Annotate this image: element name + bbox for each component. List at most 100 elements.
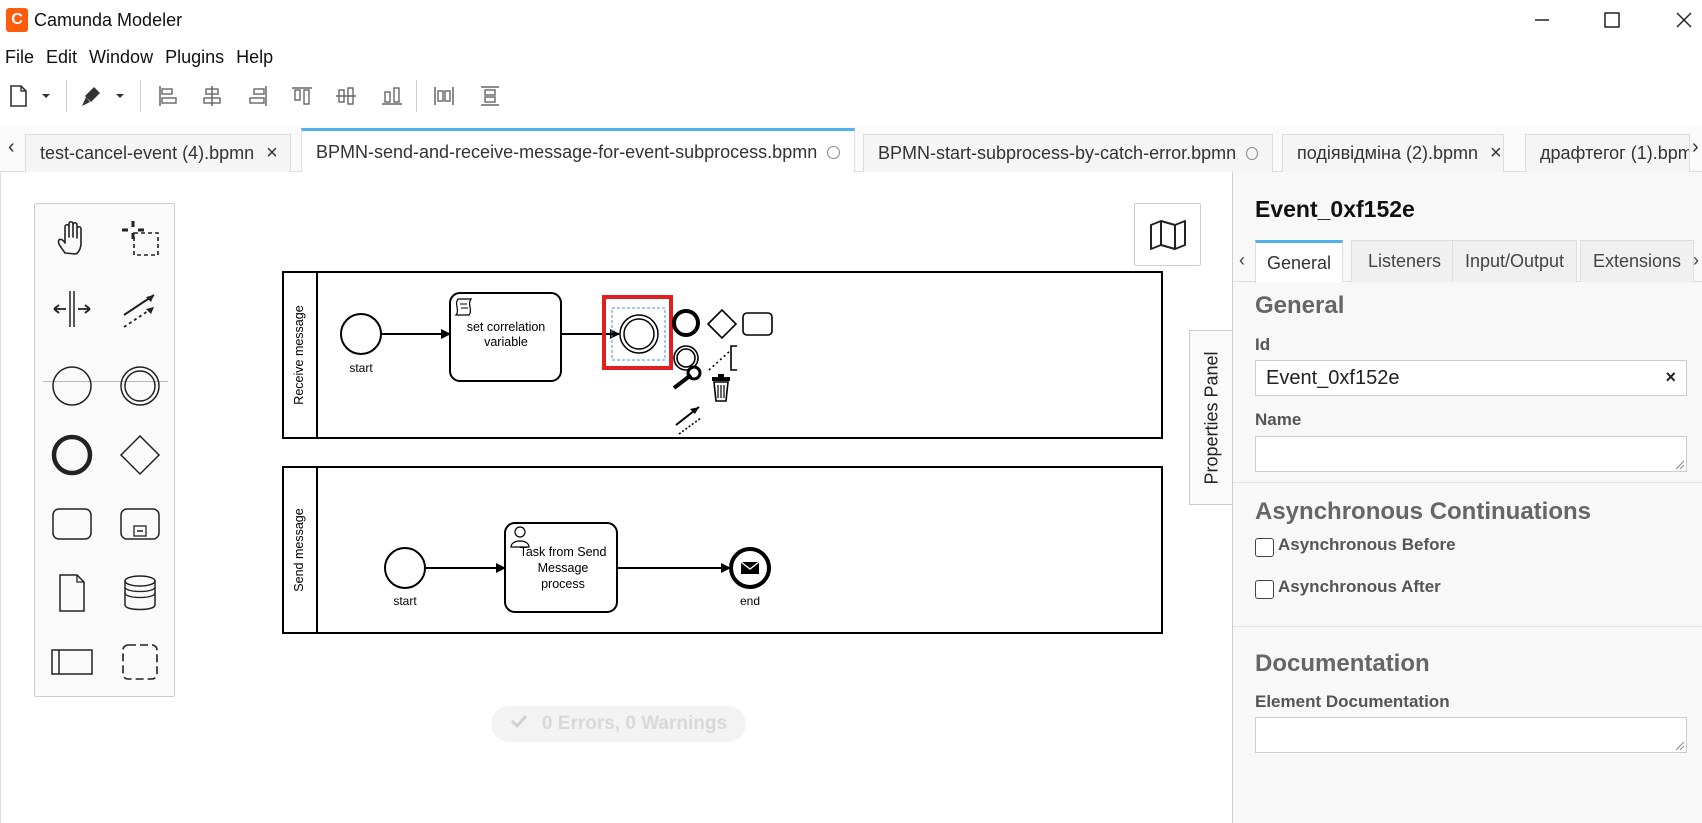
tab-close-icon[interactable]: × [1490,142,1502,165]
tab-send-and-receive-message[interactable]: BPMN-send-and-receive-message-for-event-… [301,128,855,173]
clear-id-button[interactable]: × [1665,367,1676,388]
pool-receive-message[interactable]: Receive message [282,271,1163,439]
tab-close-icon[interactable]: × [266,142,278,165]
distribute-vertical-icon [481,86,499,106]
async-before-label: Asynchronous Before [1278,534,1456,554]
element-documentation-input[interactable] [1255,717,1687,753]
async-after-row[interactable]: Asynchronous After [1255,574,1441,599]
start-event-label: start [393,594,417,608]
id-label: Id [1255,335,1271,354]
camunda-modeler-window: C Camunda Modeler File Edit Window Plugi… [0,0,1702,823]
distribute-horizontal-icon [434,87,454,105]
end-event-label: end [740,594,760,608]
props-tab-input-output[interactable]: Input/Output [1452,240,1577,282]
props-tab-listeners[interactable]: Listeners [1351,240,1458,282]
close-window-button[interactable] [1666,6,1702,34]
distribute-horizontal-button[interactable] [432,82,456,110]
task-label-line-3: process [541,577,585,591]
properties-tabs: ‹ General Listeners Input/Output Extensi… [1233,240,1702,283]
properties-panel: Event_0xf152e ‹ General Listeners Input/… [1232,172,1702,823]
resize-grip-icon [1675,741,1685,751]
lint-status-button[interactable]: 0 Errors, 0 Warnings [491,706,746,742]
menu-bar: File Edit Window Plugins Help [0,44,280,70]
align-middle-button[interactable] [334,82,358,110]
message-end-event[interactable]: end [729,547,771,608]
append-text-annotation[interactable] [708,345,737,371]
menu-help[interactable]: Help [231,44,280,70]
align-bottom-button[interactable] [380,82,404,110]
minimize-button[interactable] [1524,6,1560,34]
menu-window[interactable]: Window [84,44,160,70]
tab-bar: ‹ test-cancel-event (4).bpmn × BPMN-send… [0,126,1702,173]
tab-label: BPMN-start-subprocess-by-catch-error.bpm… [878,143,1237,163]
group-async-title: Asynchronous Continuations [1255,498,1591,525]
async-before-row[interactable]: Asynchronous Before [1255,532,1456,557]
pool-name: Receive message [292,305,306,404]
menu-edit[interactable]: Edit [41,44,84,70]
element-documentation-label: Element Documentation [1255,692,1450,711]
append-end-event[interactable] [672,309,700,337]
resize-grip-icon [1675,460,1685,470]
append-gateway[interactable] [706,308,738,340]
lint-status-text: 0 Errors, 0 Warnings [541,713,728,734]
script-task-set-correlation-variable[interactable]: set correlation variable [449,292,562,382]
start-event[interactable]: start [340,313,382,375]
context-pad [672,308,773,435]
check-icon [510,713,528,735]
tab-start-subprocess-by-catch-error[interactable]: BPMN-start-subprocess-by-catch-error.bpm… [863,134,1273,172]
props-tab-extensions[interactable]: Extensions [1580,240,1694,282]
start-event[interactable]: start [384,547,426,608]
element-id-title: Event_0xf152e [1255,196,1415,222]
connect-arrow[interactable] [675,406,702,435]
maximize-icon [1604,12,1620,28]
align-bottom-icon [382,87,402,105]
align-center-button[interactable] [200,82,224,110]
props-tab-scroll-right[interactable]: › [1693,250,1699,271]
align-top-icon [292,87,312,105]
group-general-title: General [1255,292,1345,319]
intermediate-event-selected[interactable] [602,295,673,370]
async-after-checkbox[interactable] [1255,580,1274,599]
new-file-button[interactable] [8,82,52,110]
delete-trash[interactable] [712,374,730,402]
props-tab-scroll-left[interactable]: ‹ [1239,250,1245,271]
paint-brush-icon [82,87,124,106]
maximize-button[interactable] [1594,6,1630,34]
tab-test-cancel-event[interactable]: test-cancel-event (4).bpmn × [25,134,291,172]
props-tab-general[interactable]: General [1255,240,1343,283]
diagram-canvas[interactable]: Receive message start set correlation va… [0,172,1234,823]
menu-plugins[interactable]: Plugins [160,44,231,70]
id-value: Event_0xf152e [1266,366,1400,389]
pool-name: Send message [292,508,306,591]
app-title: Camunda Modeler [34,10,183,30]
user-task-from-send-message-process[interactable]: Task from Send Message process [504,522,618,613]
app-logo-icon: C [6,8,28,32]
name-input[interactable] [1255,436,1687,472]
align-left-button[interactable] [156,82,180,110]
name-label: Name [1255,410,1302,429]
append-task[interactable] [742,312,773,336]
tab-draftegog[interactable]: драфтегог (1).bpm [1525,134,1690,172]
properties-panel-toggle[interactable]: Properties Panel [1189,330,1234,505]
align-right-button[interactable] [246,82,270,110]
tab-label: BPMN-send-and-receive-message-for-event-… [316,141,818,162]
id-input[interactable]: Event_0xf152e × [1255,360,1687,396]
align-top-button[interactable] [290,82,314,110]
color-picker-button[interactable] [80,82,126,110]
properties-panel-toggle-label: Properties Panel [1201,350,1222,485]
task-label-line-1: set correlation [467,320,546,334]
distribute-vertical-button[interactable] [478,82,502,110]
tab-scroll-right-button[interactable]: › [1692,136,1699,159]
align-right-icon [249,86,267,106]
align-left-icon [159,86,177,106]
tab-podiyavidmina[interactable]: подіявідміна (2).bpmn × [1282,134,1504,172]
unsaved-indicator-icon [827,145,840,159]
menu-file[interactable]: File [0,44,41,70]
async-before-checkbox[interactable] [1255,538,1274,557]
tab-scroll-left-button[interactable]: ‹ [8,136,15,159]
unsaved-indicator-icon [1246,147,1258,160]
task-label-line-2: Message [538,561,589,575]
align-middle-icon [336,87,356,105]
close-icon [1676,12,1692,28]
task-label-line-1: Task from Send [520,545,607,559]
